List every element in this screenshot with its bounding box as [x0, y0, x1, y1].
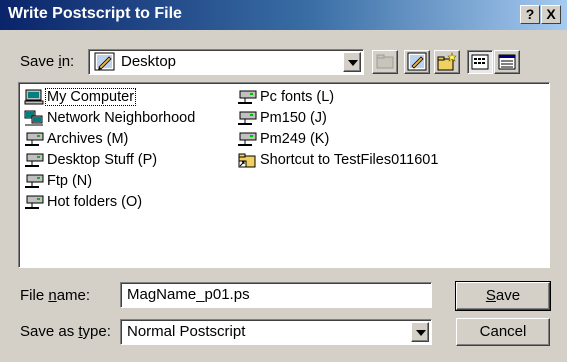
list-item[interactable]: Desktop Stuff (P)	[24, 150, 158, 169]
list-item[interactable]: Pc fonts (L)	[237, 87, 335, 106]
details-view-icon	[498, 54, 516, 70]
save-in-dropdown-button[interactable]	[343, 52, 361, 72]
details-view-button[interactable]	[494, 50, 520, 74]
list-item[interactable]: Hot folders (O)	[24, 192, 143, 211]
new-folder-icon	[437, 52, 457, 71]
list-view-icon	[471, 54, 489, 70]
chevron-down-icon	[416, 330, 426, 336]
network-drive-icon	[238, 111, 257, 125]
list-item[interactable]: Shortcut to TestFiles011601	[237, 150, 439, 169]
list-view-button[interactable]	[467, 50, 493, 74]
up-one-level-button[interactable]	[372, 50, 398, 74]
desktop-pencil-icon	[407, 52, 427, 71]
network-icon	[24, 110, 43, 125]
save-as-type-dropdown-button[interactable]	[411, 322, 429, 342]
list-item[interactable]: Archives (M)	[24, 129, 129, 148]
save-as-type-combo[interactable]: Normal Postscript	[120, 319, 432, 345]
list-item[interactable]: Pm249 (K)	[237, 129, 330, 148]
chevron-down-icon	[348, 60, 358, 66]
folder-shortcut-icon	[238, 153, 256, 167]
network-drive-icon	[25, 153, 44, 167]
file-name-label: File name:	[20, 287, 91, 304]
new-folder-button[interactable]	[434, 50, 460, 74]
up-folder-icon	[376, 54, 394, 69]
cancel-button[interactable]: Cancel	[456, 318, 550, 346]
close-button[interactable]: X	[541, 5, 561, 24]
desktop-icon	[94, 52, 115, 71]
save-in-label: Save in:	[20, 53, 75, 70]
list-item[interactable]: Ftp (N)	[24, 171, 93, 190]
save-button[interactable]: Save	[455, 281, 551, 311]
window-title: Write Postscript to File	[8, 5, 182, 22]
title-bar[interactable]: Write Postscript to File ? X	[0, 0, 567, 30]
my-computer-icon	[24, 89, 44, 104]
save-in-value: Desktop	[121, 53, 177, 70]
save-as-type-label: Save as type:	[20, 323, 111, 340]
network-drive-icon	[238, 132, 257, 146]
desktop-shortcut-button[interactable]	[404, 50, 430, 74]
network-drive-icon	[25, 174, 44, 188]
network-drive-icon	[238, 90, 257, 104]
list-item[interactable]: My Computer	[24, 87, 137, 106]
save-in-combo[interactable]: Desktop	[88, 49, 364, 75]
file-list[interactable]: My Computer Network Neighborhood Archive…	[18, 82, 550, 268]
network-drive-icon	[25, 195, 44, 209]
network-drive-icon	[25, 132, 44, 146]
help-button[interactable]: ?	[520, 5, 540, 24]
file-name-input[interactable]: MagName_p01.ps	[120, 282, 432, 308]
list-item[interactable]: Network Neighborhood	[24, 108, 196, 127]
list-item[interactable]: Pm150 (J)	[237, 108, 328, 127]
